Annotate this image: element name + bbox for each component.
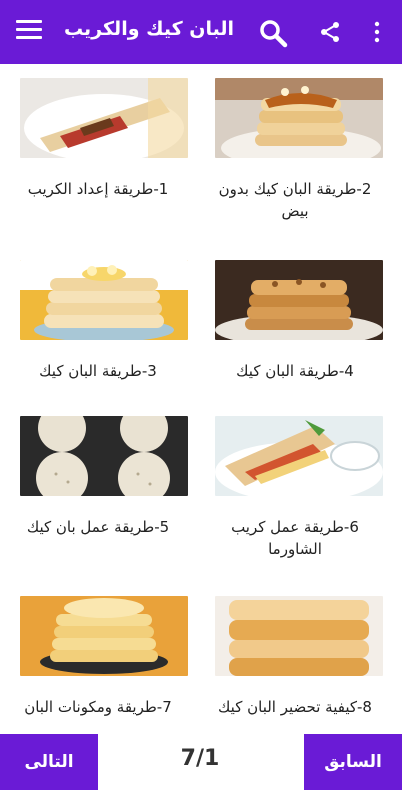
recipe-card[interactable]: 6-طريقة عمل كريب الشاورما <box>197 402 393 572</box>
bottom-nav: التالى 7/1 السابق <box>0 732 402 800</box>
recipe-title: 3-طريقة البان كيك <box>39 362 157 380</box>
recipe-card[interactable]: 5-طريقة عمل بان كيك <box>0 402 196 572</box>
recipe-card[interactable]: 3-طريقة البان كيك <box>0 246 196 416</box>
recipe-grid: 2-طريقة البان كيك بدون بيض 1-طريقة إعداد… <box>0 64 402 732</box>
recipe-card[interactable]: 1-طريقة إعداد الكريب <box>0 64 196 234</box>
share-icon[interactable] <box>318 20 342 44</box>
recipe-card[interactable]: 4-طريقة البان كيك <box>197 246 393 416</box>
recipe-card[interactable]: 8-كيفية تحضير البان كيك <box>197 582 393 752</box>
recipe-card[interactable]: 2-طريقة البان كيك بدون بيض <box>197 64 393 234</box>
next-button[interactable]: التالى <box>0 734 98 790</box>
recipe-title: 4-طريقة البان كيك <box>236 362 354 380</box>
search-icon[interactable] <box>258 18 288 48</box>
recipe-thumbnail <box>20 416 188 496</box>
recipe-thumbnail <box>20 78 188 158</box>
recipe-title: 2-طريقة البان كيك بدون بيض <box>218 180 372 220</box>
more-vert-icon[interactable] <box>370 20 384 44</box>
recipe-thumbnail <box>20 260 188 340</box>
menu-icon[interactable] <box>16 20 42 44</box>
recipe-thumbnail <box>215 78 383 158</box>
recipe-thumbnail <box>215 260 383 340</box>
recipe-title: 8-كيفية تحضير البان كيك <box>218 698 372 716</box>
previous-button[interactable]: السابق <box>304 734 402 790</box>
recipe-title: 5-طريقة عمل بان كيك <box>26 518 170 536</box>
recipe-title: 6-طريقة عمل كريب الشاورما <box>231 518 359 558</box>
recipe-thumbnail <box>215 416 383 496</box>
recipe-thumbnail <box>20 596 188 676</box>
recipe-card[interactable]: 7-طريقة ومكونات البان <box>0 582 196 752</box>
app-bar: البان كيك والكريب <box>0 0 402 64</box>
recipe-thumbnail <box>215 596 383 676</box>
recipe-title: 1-طريقة إعداد الكريب <box>27 180 169 198</box>
recipe-title: 7-طريقة ومكونات البان <box>24 698 172 716</box>
page-title: البان كيك والكريب <box>63 18 234 40</box>
page-indicator: 7/1 <box>180 746 220 771</box>
